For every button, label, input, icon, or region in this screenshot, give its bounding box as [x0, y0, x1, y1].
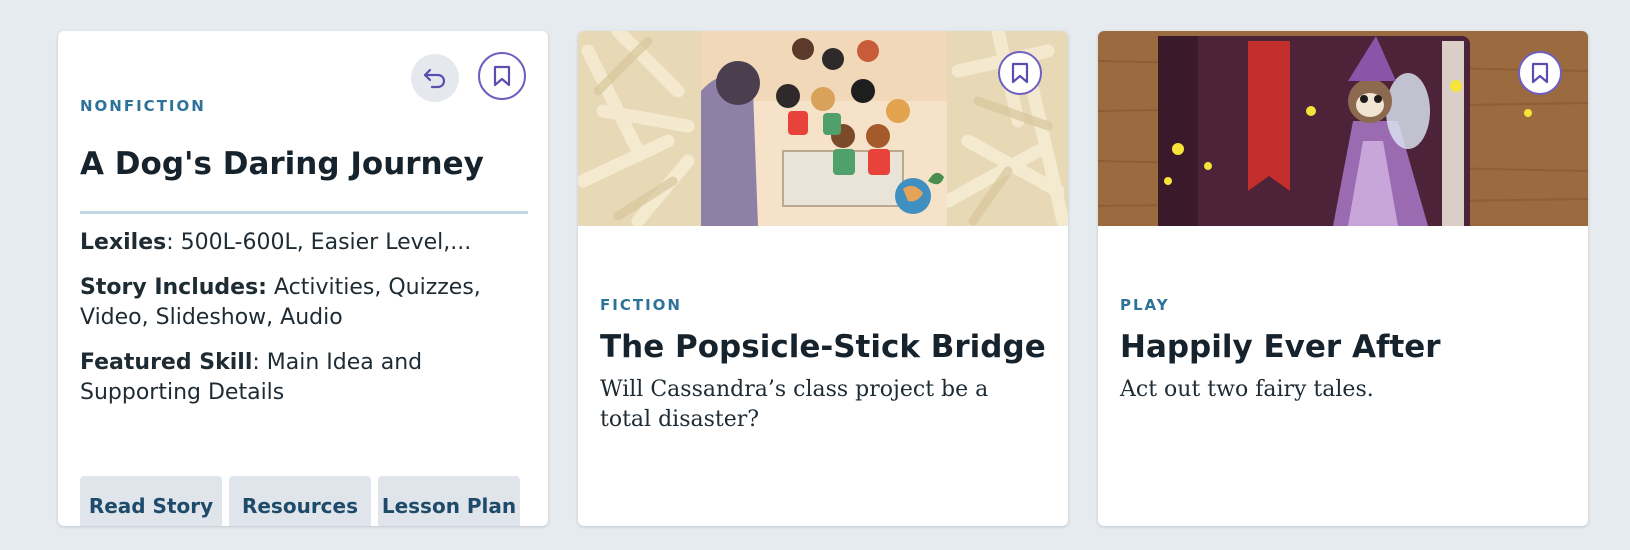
read-story-button[interactable]: Read Story [80, 476, 222, 526]
lexiles-label: Lexiles [80, 230, 167, 255]
undo-button[interactable] [411, 54, 459, 102]
story-card-dogs-daring-journey: NONFICTION A Dog's Daring Journey Lexile… [58, 31, 548, 526]
classroom-illustration [578, 31, 1068, 226]
story-includes-label: Story Includes: [80, 275, 267, 300]
bookmark-icon [1011, 62, 1029, 84]
resources-button[interactable]: Resources [229, 476, 371, 526]
lexiles-sep: : [166, 230, 174, 255]
story-includes-info: Story Includes: Activities, Quizzes, Vid… [80, 273, 520, 333]
undo-icon [423, 68, 446, 89]
story-description: Will Cassandra’s class project be a tota… [600, 377, 989, 432]
story-title[interactable]: A Dog's Daring Journey [80, 146, 484, 182]
featured-skill-sep: : [252, 350, 260, 375]
story-cover-image[interactable] [578, 31, 1068, 226]
bookmark-button[interactable] [998, 51, 1042, 95]
story-title[interactable]: Happily Ever After [1120, 329, 1441, 365]
story-cover-image[interactable] [1098, 31, 1588, 226]
divider [80, 211, 528, 214]
genre-label: FICTION [600, 296, 682, 314]
bookmark-icon [1531, 62, 1549, 84]
genre-label: NONFICTION [80, 97, 206, 115]
bookmark-button[interactable] [1518, 51, 1562, 95]
featured-skill-info: Featured Skill: Main Idea and Supporting… [80, 348, 520, 408]
story-card-happily-ever-after[interactable]: PLAY Happily Ever After Act out two fair… [1098, 31, 1588, 526]
bookmark-icon [493, 65, 511, 87]
lexiles-value: 500L-600L, Easier Level,... [173, 230, 472, 255]
bookmark-button[interactable] [478, 52, 526, 100]
lexiles-info: Lexiles: 500L-600L, Easier Level,... [80, 228, 520, 258]
story-description: Act out two fairy tales. [1120, 377, 1374, 402]
featured-skill-label: Featured Skill [80, 350, 253, 375]
fairy-godmother-illustration [1098, 31, 1588, 226]
story-card-popsicle-stick-bridge[interactable]: FICTION The Popsicle-Stick Bridge Will C… [578, 31, 1068, 526]
genre-label: PLAY [1120, 296, 1170, 314]
story-title[interactable]: The Popsicle-Stick Bridge [600, 329, 1046, 365]
lesson-plan-button[interactable]: Lesson Plan [378, 476, 520, 526]
